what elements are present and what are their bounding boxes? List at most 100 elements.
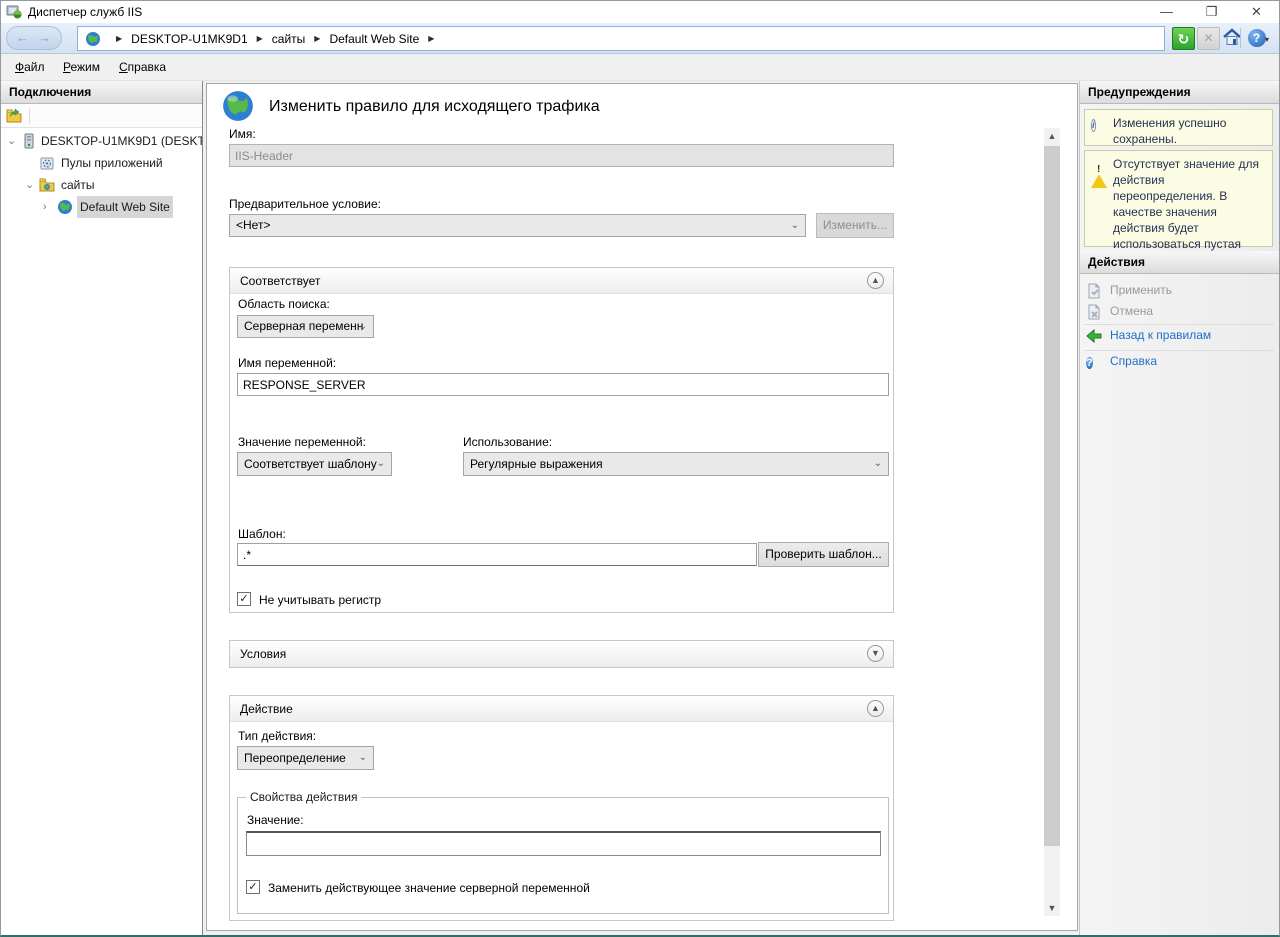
info-icon: i bbox=[1091, 116, 1107, 132]
scrollbar-thumb[interactable] bbox=[1044, 146, 1060, 846]
breadcrumb-default-web-site[interactable]: Default Web Site bbox=[329, 32, 419, 46]
action-value-label: Значение: bbox=[247, 813, 304, 827]
chevron-down-icon[interactable]: ⌄ bbox=[7, 130, 19, 152]
application-pools-icon bbox=[39, 155, 55, 171]
back-arrow-icon bbox=[1086, 328, 1102, 344]
server-icon bbox=[21, 133, 37, 149]
connections-panel: Подключения ⌄ DESKTOP-U1MK9D1 (DESKTOI bbox=[1, 81, 203, 935]
right-panel: Предупреждения i Изменения успешно сохра… bbox=[1079, 81, 1279, 935]
iis-manager-window: Диспетчер служб IIS — ❐ ✕ ← → ▶ DESKTOP-… bbox=[0, 0, 1280, 937]
forward-button[interactable]: → bbox=[38, 30, 51, 45]
toolbar-divider bbox=[29, 108, 30, 124]
help-circle-icon: ? bbox=[1086, 354, 1102, 370]
page-title: Изменить правило для исходящего трафика bbox=[269, 98, 600, 116]
stop-icon: ✕ bbox=[1197, 27, 1220, 50]
menu-file[interactable]: Файл bbox=[9, 59, 51, 77]
scroll-up-icon[interactable]: ▲ bbox=[1044, 128, 1060, 144]
chevron-down-icon: ⌄ bbox=[791, 215, 799, 236]
title-bar: Диспетчер служб IIS — ❐ ✕ bbox=[1, 1, 1279, 23]
connections-toolbar bbox=[1, 104, 202, 128]
help-dropdown-icon[interactable]: ▾ bbox=[1265, 35, 1269, 44]
chevron-right-icon[interactable]: › bbox=[43, 196, 55, 218]
match-section-header[interactable]: Соответствует ▲ bbox=[230, 268, 893, 294]
connections-header: Подключения bbox=[1, 81, 202, 104]
breadcrumb-arrow-icon: ▶ bbox=[248, 34, 272, 43]
breadcrumb[interactable]: ▶ DESKTOP-U1MK9D1 ▶ сайты ▶ Default Web … bbox=[77, 26, 1165, 51]
chevron-down-icon: ⌄ bbox=[359, 747, 367, 769]
test-pattern-button[interactable]: Проверить шаблон... bbox=[758, 542, 889, 567]
cancel-icon bbox=[1086, 304, 1102, 320]
pattern-label: Шаблон: bbox=[238, 527, 286, 541]
scroll-down-icon[interactable]: ▼ bbox=[1044, 900, 1060, 916]
tree-item-default-web-site[interactable]: › Default Web Site bbox=[1, 196, 202, 218]
name-label: Имя: bbox=[229, 127, 256, 141]
chevron-down-icon: ⌄ bbox=[359, 316, 367, 337]
ignore-case-label: Не учитывать регистр bbox=[259, 593, 381, 607]
precondition-label: Предварительное условие: bbox=[229, 197, 381, 211]
conditions-section: Условия ▼ bbox=[229, 640, 894, 668]
scope-label: Область поиска: bbox=[238, 297, 330, 311]
tree-item-sites[interactable]: ⌄ сайты bbox=[1, 174, 202, 196]
actions-header: Действия bbox=[1080, 251, 1279, 274]
pattern-input[interactable] bbox=[237, 543, 757, 566]
app-icon bbox=[6, 4, 22, 20]
save-connections-icon[interactable] bbox=[6, 108, 22, 124]
chevron-down-icon[interactable]: ⌄ bbox=[25, 174, 37, 196]
tree-item-app-pools[interactable]: Пулы приложений bbox=[1, 152, 202, 174]
scope-select[interactable]: Серверная переменн ⌄ bbox=[237, 315, 374, 338]
address-bar: ← → ▶ DESKTOP-U1MK9D1 ▶ сайты ▶ Default … bbox=[1, 23, 1279, 54]
menu-bar: Файл Режим Справка bbox=[1, 54, 1279, 81]
alert-info: i Изменения успешно сохранены. bbox=[1084, 109, 1273, 146]
conditions-section-header[interactable]: Условия ▼ bbox=[230, 641, 893, 667]
restore-button[interactable]: ❐ bbox=[1189, 1, 1234, 23]
ignore-case-checkbox[interactable]: ✓ bbox=[237, 592, 251, 606]
breadcrumb-arrow-icon: ▶ bbox=[305, 34, 329, 43]
globe-icon bbox=[85, 31, 101, 47]
breadcrumb-arrow-icon: ▶ bbox=[419, 34, 443, 43]
warning-icon bbox=[1091, 159, 1107, 175]
name-input bbox=[229, 144, 894, 167]
tree-item-server[interactable]: ⌄ DESKTOP-U1MK9D1 (DESKTOI bbox=[1, 130, 202, 152]
site-globe-icon bbox=[57, 199, 73, 215]
precondition-select[interactable]: <Нет> ⌄ bbox=[229, 214, 806, 237]
apply-icon bbox=[1086, 283, 1102, 299]
action-type-label: Тип действия: bbox=[238, 729, 316, 743]
breadcrumb-sites[interactable]: сайты bbox=[272, 32, 306, 46]
alert-warning: Отсутствует значение для действия переоп… bbox=[1084, 150, 1273, 247]
action-section-header[interactable]: Действие ▲ bbox=[230, 696, 893, 722]
nav-buttons: ← → bbox=[6, 26, 62, 50]
toolbar-divider bbox=[1240, 28, 1241, 48]
content-scrollbar[interactable]: ▲ ▼ bbox=[1044, 128, 1060, 916]
breadcrumb-arrow-icon: ▶ bbox=[107, 34, 131, 43]
page-globe-icon bbox=[221, 89, 255, 123]
collapse-icon[interactable]: ▲ bbox=[867, 700, 884, 717]
menu-view[interactable]: Режим bbox=[57, 59, 106, 77]
menu-help[interactable]: Справка bbox=[113, 59, 172, 77]
variable-value-select[interactable]: Соответствует шаблону ⌄ bbox=[237, 452, 392, 476]
replace-value-label: Заменить действующее значение серверной … bbox=[268, 881, 590, 895]
refresh-icon[interactable]: ↻ bbox=[1172, 27, 1195, 50]
action-value-input[interactable] bbox=[246, 831, 881, 856]
expand-icon[interactable]: ▼ bbox=[867, 645, 884, 662]
change-precondition-button: Изменить... bbox=[816, 213, 894, 238]
chevron-down-icon: ⌄ bbox=[377, 453, 385, 475]
chevron-down-icon: ⌄ bbox=[874, 453, 882, 475]
variable-value-label: Значение переменной: bbox=[238, 435, 366, 449]
action-type-select[interactable]: Переопределение ⌄ bbox=[237, 746, 374, 770]
replace-value-checkbox[interactable]: ✓ bbox=[246, 880, 260, 894]
action-properties-title: Свойства действия bbox=[246, 790, 361, 804]
close-button[interactable]: ✕ bbox=[1234, 1, 1279, 23]
using-label: Использование: bbox=[463, 435, 552, 449]
divider bbox=[1084, 350, 1274, 351]
minimize-button[interactable]: — bbox=[1144, 1, 1189, 23]
collapse-icon[interactable]: ▲ bbox=[867, 272, 884, 289]
variable-name-input[interactable] bbox=[237, 373, 889, 396]
breadcrumb-server[interactable]: DESKTOP-U1MK9D1 bbox=[131, 32, 247, 46]
back-button[interactable]: ← bbox=[16, 30, 29, 45]
alerts-header: Предупреждения bbox=[1080, 81, 1279, 104]
variable-name-label: Имя переменной: bbox=[238, 356, 336, 370]
divider bbox=[1084, 324, 1274, 325]
using-select[interactable]: Регулярные выражения ⌄ bbox=[463, 452, 889, 476]
sites-folder-icon bbox=[39, 177, 55, 193]
window-title: Диспетчер служб IIS bbox=[28, 5, 142, 19]
